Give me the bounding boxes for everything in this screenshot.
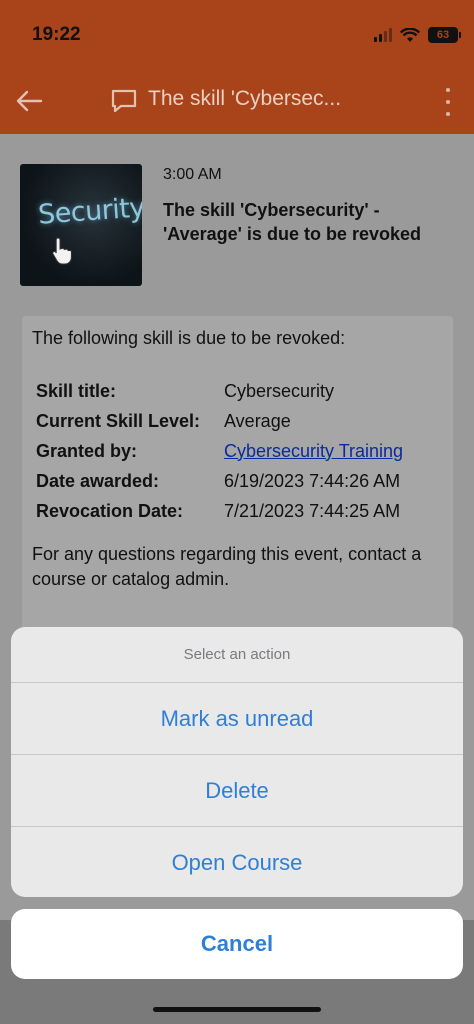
- action-sheet-title: Select an action: [11, 627, 463, 683]
- detail-label: Current Skill Level:: [36, 410, 201, 431]
- skill-details: Skill title: Cybersecurity Current Skill…: [36, 376, 403, 526]
- detail-value: Average: [224, 410, 291, 431]
- mark-as-unread-button[interactable]: Mark as unread: [11, 683, 463, 755]
- app-bar: The skill 'Cybersec...: [0, 70, 474, 134]
- detail-value: Cybersecurity: [224, 380, 335, 401]
- card-footer: For any questions regarding this event, …: [32, 544, 422, 589]
- detail-label: Skill title:: [36, 380, 117, 401]
- battery-icon: 63: [428, 27, 461, 43]
- status-bar: 19:22 63: [0, 0, 474, 70]
- detail-label: Date awarded:: [36, 470, 160, 491]
- detail-label: Revocation Date:: [36, 500, 184, 521]
- granted-by-link[interactable]: Cybersecurity Training: [224, 441, 403, 462]
- detail-row-skill-level: Current Skill Level: Average: [36, 406, 403, 436]
- skill-thumbnail: Security: [20, 164, 142, 286]
- status-time: 19:22: [32, 24, 81, 45]
- detail-row-date-awarded: Date awarded: 6/19/2023 7:44:26 AM: [36, 466, 403, 496]
- message-heading: The skill 'Cybersecurity' - 'Average' is…: [163, 200, 421, 244]
- home-indicator: [153, 1007, 321, 1012]
- page-title: The skill 'Cybersec...: [148, 87, 342, 110]
- detail-row-revocation-date: Revocation Date: 7/21/2023 7:44:25 AM: [36, 496, 403, 526]
- message-icon: [110, 88, 138, 114]
- hand-cursor-icon: [52, 237, 72, 265]
- more-options-icon[interactable]: [444, 88, 452, 116]
- battery-level: 63: [436, 29, 450, 41]
- back-arrow-icon[interactable]: [14, 86, 44, 116]
- card-intro: The following skill is due to be revoked…: [32, 328, 346, 348]
- thumbnail-text: Security: [37, 192, 142, 231]
- open-course-button[interactable]: Open Course: [11, 827, 463, 897]
- message-time: 3:00 AM: [163, 166, 222, 183]
- detail-row-granted-by: Granted by: Cybersecurity Training: [36, 436, 403, 466]
- wifi-icon: [400, 27, 420, 43]
- status-icons: 63: [374, 25, 461, 45]
- detail-row-skill-title: Skill title: Cybersecurity: [36, 376, 403, 406]
- detail-value: 7/21/2023 7:44:25 AM: [224, 500, 401, 521]
- detail-label: Granted by:: [36, 440, 138, 461]
- signal-icon: [374, 28, 392, 42]
- action-sheet: Select an action Mark as unread Delete O…: [11, 627, 463, 897]
- detail-value: 6/19/2023 7:44:26 AM: [224, 470, 401, 491]
- cancel-button[interactable]: Cancel: [11, 909, 463, 979]
- delete-button[interactable]: Delete: [11, 755, 463, 827]
